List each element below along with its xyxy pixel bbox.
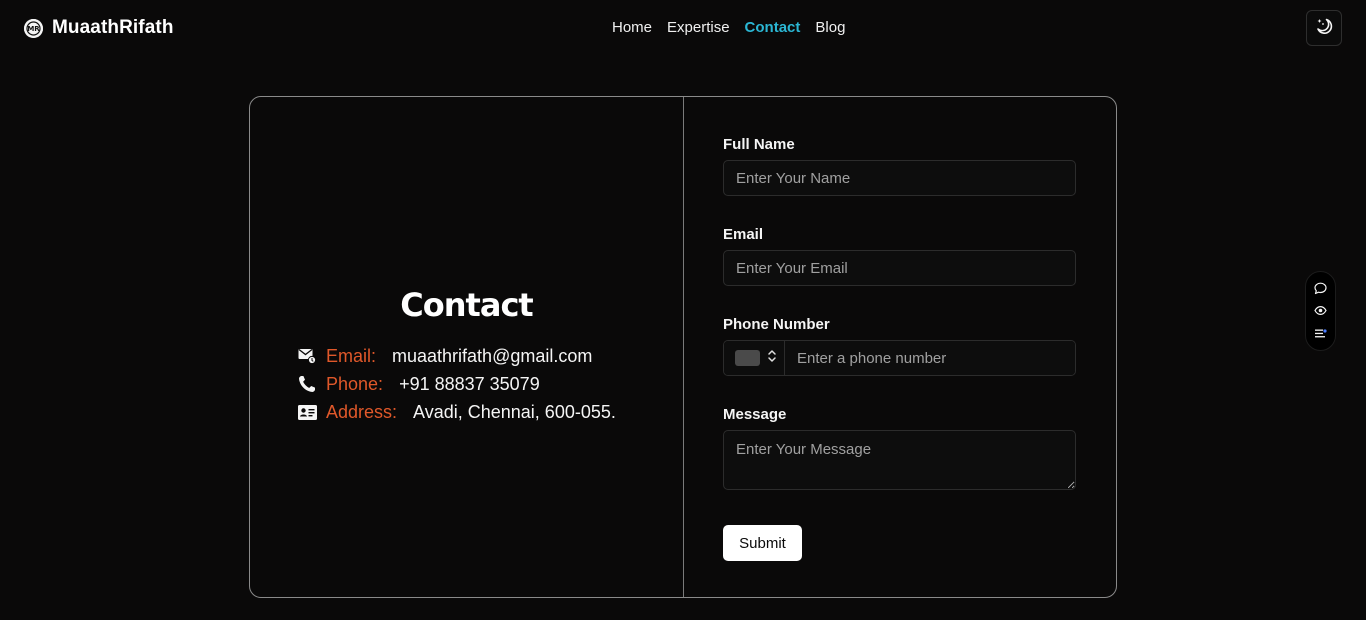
chevron-up-down-icon [767,349,777,368]
full-name-input[interactable] [723,160,1076,196]
contact-info-pane: Contact Email: muaathrifath@gmail.com Ph… [250,97,683,597]
message-label: Message [723,406,787,423]
nav-expertise[interactable]: Expertise [667,19,730,36]
phone-label: Phone Number [723,316,830,333]
country-code-select[interactable] [724,341,785,375]
card-divider [683,97,684,597]
phone-field: Phone Number [723,316,1077,376]
svg-text:MR: MR [27,25,40,33]
email-label: Email [723,226,764,243]
full-name-field: Full Name [723,136,1077,196]
contact-form: Full Name Email Phone Number [723,136,1077,561]
message-field: Message [723,406,1077,495]
info-label-email: Email: [326,345,377,366]
info-label-phone: Phone: [326,373,384,394]
info-value-address: Avadi, Chennai, 600-055. [413,401,616,422]
site-header: MR MuaathRifath Home Expertise Contact B… [0,0,1366,56]
info-row-phone: Phone: +91 88837 35079 [298,370,616,398]
flag-placeholder [735,350,760,366]
info-row-email: Email: muaathrifath@gmail.com [298,342,616,370]
eye-icon[interactable] [1314,304,1327,317]
nav-contact[interactable]: Contact [745,19,801,36]
info-label-address: Address: [326,401,398,422]
floating-toolbar [1305,271,1336,351]
info-value-email: muaathrifath@gmail.com [392,345,593,366]
message-textarea[interactable] [723,430,1076,490]
info-value-phone: +91 88837 35079 [399,373,540,394]
nav-blog[interactable]: Blog [815,19,845,36]
email-input[interactable] [723,250,1076,286]
brand-link[interactable]: MR MuaathRifath [24,17,174,39]
phone-number-input[interactable] [785,341,1075,375]
phone-icon [298,374,318,394]
contact-info-list: Email: muaathrifath@gmail.com Phone: +91… [298,342,616,426]
contact-card: Contact Email: muaathrifath@gmail.com Ph… [249,96,1117,598]
id-card-icon [298,402,318,422]
full-name-label: Full Name [723,136,795,153]
chat-bubble-icon[interactable] [1314,282,1327,295]
phone-input-group [723,340,1076,376]
nav-home[interactable]: Home [612,19,652,36]
contact-title: Contact [400,286,533,324]
info-row-address: Address: Avadi, Chennai, 600-055. [298,398,616,426]
main-nav: Home Expertise Contact Blog [612,19,845,36]
brand-name: MuaathRifath [52,17,174,38]
submit-button[interactable]: Submit [723,525,802,561]
list-settings-icon[interactable] [1314,327,1327,340]
mr-logo-icon: MR [24,18,43,38]
mail-icon [298,346,318,366]
email-field: Email [723,226,1077,286]
theme-toggle-button[interactable] [1306,10,1342,46]
moon-stars-icon [1314,16,1334,41]
